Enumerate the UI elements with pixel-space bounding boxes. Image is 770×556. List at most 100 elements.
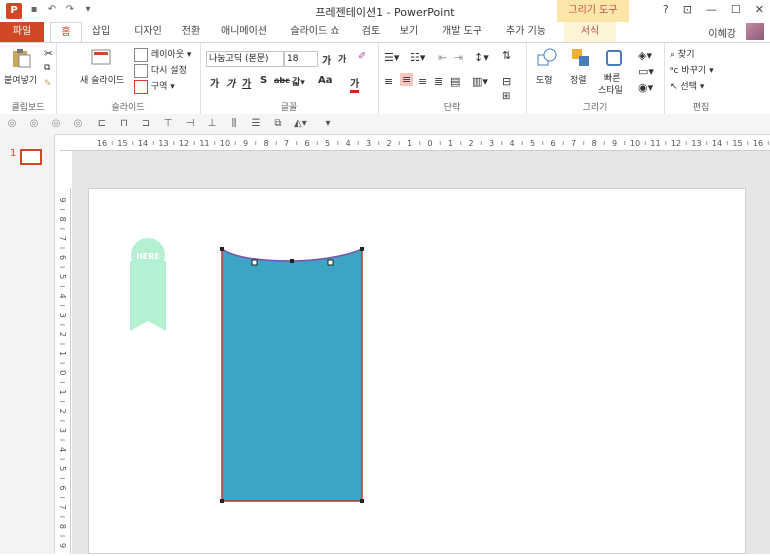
vertex-handle[interactable]: [220, 499, 224, 503]
align-right-objects-icon[interactable]: ⊐: [140, 118, 152, 130]
bold-icon[interactable]: 가: [210, 75, 219, 90]
section-button[interactable]: 구역 ▾: [134, 79, 175, 94]
select-button[interactable]: ↖ 선택 ▾: [670, 79, 704, 92]
paste-button[interactable]: 붙여넣기: [4, 73, 37, 86]
rectangle-with-curved-top[interactable]: [221, 247, 363, 502]
grow-font-icon[interactable]: 가: [322, 52, 331, 67]
new-slide-button[interactable]: 새 슬라이드: [80, 73, 124, 86]
ruler-tick-label: 9: [612, 139, 617, 148]
format-painter-icon[interactable]: ✎: [44, 79, 52, 89]
align-left-objects-icon[interactable]: ⊏: [96, 118, 108, 130]
tab-design[interactable]: 디자인: [128, 22, 168, 42]
tab-developer[interactable]: 개발 도구: [434, 22, 490, 42]
font-size-combo[interactable]: 18: [284, 51, 318, 67]
shadow-icon[interactable]: S: [260, 75, 267, 86]
shape-outline-icon[interactable]: ▭▾: [638, 65, 654, 78]
text-direction-icon[interactable]: ⇅: [502, 49, 511, 62]
align-top-objects-icon[interactable]: ⊤: [162, 118, 174, 130]
find-button[interactable]: ⌕ 찾기: [670, 47, 694, 60]
vertex-handle[interactable]: [220, 247, 224, 251]
ruler-tick-label: 5: [58, 466, 67, 471]
shrink-font-icon[interactable]: 가: [338, 52, 346, 65]
justify-icon[interactable]: ≣: [434, 75, 443, 88]
shape-fill-icon[interactable]: ◈▾: [638, 49, 652, 62]
vertex-handle[interactable]: [360, 247, 364, 251]
shape-effects-icon[interactable]: ◉▾: [638, 81, 653, 94]
font-name-combo[interactable]: 나눔고딕 (본문): [206, 51, 284, 67]
clipboard-group-label: 클립보드: [11, 103, 45, 113]
selected-rectangle-shape[interactable]: [220, 247, 364, 503]
copy-icon[interactable]: ⧉: [44, 63, 50, 73]
rotate-icon[interactable]: ◭▾: [294, 118, 307, 130]
maximize-button[interactable]: ☐: [731, 3, 741, 16]
reset-button[interactable]: 다시 설정: [134, 63, 187, 78]
strikethrough-icon[interactable]: abc: [274, 76, 290, 85]
align-left-icon[interactable]: ≡: [384, 75, 393, 88]
line-spacing-icon[interactable]: ↕▾: [474, 51, 489, 64]
char-spacing-icon[interactable]: 갋▾: [292, 75, 305, 88]
arrange-button[interactable]: 정렬: [570, 73, 587, 86]
decrease-indent-icon[interactable]: ⇤: [438, 51, 447, 64]
align-middle-objects-icon[interactable]: ⊣: [184, 118, 196, 130]
tab-insert[interactable]: 삽입: [86, 22, 116, 42]
change-case-icon[interactable]: Aa: [318, 75, 333, 86]
help-button[interactable]: ?: [663, 3, 669, 16]
ruler-tick-label: 6: [58, 255, 67, 260]
tab-view[interactable]: 보기: [394, 22, 424, 42]
replace-button[interactable]: ᵃc 바꾸기 ▾: [670, 63, 714, 76]
tab-transitions[interactable]: 전환: [176, 22, 206, 42]
increase-indent-icon[interactable]: ⇥: [454, 51, 463, 64]
cut-icon[interactable]: ✂: [44, 47, 53, 60]
tab-animations[interactable]: 애니메이션: [214, 22, 274, 42]
font-color-icon[interactable]: 가: [350, 75, 360, 93]
reset-icon: [134, 63, 148, 78]
columns-icon[interactable]: ▥▾: [472, 75, 488, 88]
distribute-horizontal-icon[interactable]: ⫼: [228, 118, 240, 130]
here-bookmark-shape[interactable]: HERE: [130, 238, 166, 331]
ruler-tick-label: 3: [366, 139, 371, 148]
group-clipboard: 붙여넣기 ✂ ⧉ ✎ 클립보드: [0, 43, 57, 115]
italic-icon[interactable]: 가: [226, 75, 235, 90]
tab-file[interactable]: 파일: [0, 22, 44, 42]
align-center-objects-icon[interactable]: ⊓: [118, 118, 130, 130]
minimize-button[interactable]: —: [706, 3, 717, 16]
layout-button[interactable]: 레이아웃 ▾: [134, 47, 191, 62]
tab-slideshow[interactable]: 슬라이드 쇼: [284, 22, 346, 42]
align-bottom-objects-icon[interactable]: ⊥: [206, 118, 218, 130]
align-text-icon[interactable]: ⊟: [502, 75, 511, 88]
distribute-vertical-icon[interactable]: ☰: [250, 118, 262, 130]
quick-styles-line2[interactable]: 스타일: [598, 83, 623, 96]
bezier-handle[interactable]: [251, 259, 258, 266]
slides-panel: 1: [0, 134, 55, 554]
clear-format-icon[interactable]: ✐: [358, 51, 366, 62]
align-right-icon[interactable]: ≡: [418, 75, 427, 88]
bezier-handle[interactable]: [327, 259, 334, 266]
ruler-tick-label: 7: [284, 139, 289, 148]
close-button[interactable]: ✕: [755, 3, 764, 16]
tab-format[interactable]: 서식: [564, 22, 616, 42]
slide-canvas[interactable]: HERE: [88, 188, 746, 554]
slide-thumbnail[interactable]: [20, 149, 42, 165]
align-center-icon[interactable]: ≡: [400, 73, 414, 86]
user-name[interactable]: 이혜강: [708, 25, 736, 40]
tab-home[interactable]: 홈: [50, 22, 82, 43]
ruler-tick-label: 0: [58, 370, 67, 375]
bullets-icon[interactable]: ☰▾: [384, 51, 399, 64]
ruler-tick-label: 10: [630, 139, 640, 148]
ruler-tick-label: 12: [671, 139, 681, 148]
numbering-icon[interactable]: ☷▾: [410, 51, 425, 64]
avatar[interactable]: [746, 23, 764, 40]
tab-review[interactable]: 검토: [356, 22, 386, 42]
ruler-tick-label: 14: [712, 139, 722, 148]
shapes-button[interactable]: 도형: [536, 73, 553, 86]
ribbon-display-button[interactable]: ⊡: [683, 3, 692, 16]
vertex-handle[interactable]: [290, 259, 294, 263]
ruler-tick-label: 4: [58, 447, 67, 452]
distributed-icon[interactable]: ▤: [450, 75, 460, 88]
tab-addins[interactable]: 추가 기능: [498, 22, 554, 42]
underline-icon[interactable]: 가: [242, 75, 251, 90]
toolbar-more-icon[interactable]: ▾: [322, 118, 334, 130]
bring-forward-icon[interactable]: ⧉: [272, 118, 284, 130]
vertex-handle[interactable]: [360, 499, 364, 503]
ruler-tick-label: 14: [138, 139, 148, 148]
